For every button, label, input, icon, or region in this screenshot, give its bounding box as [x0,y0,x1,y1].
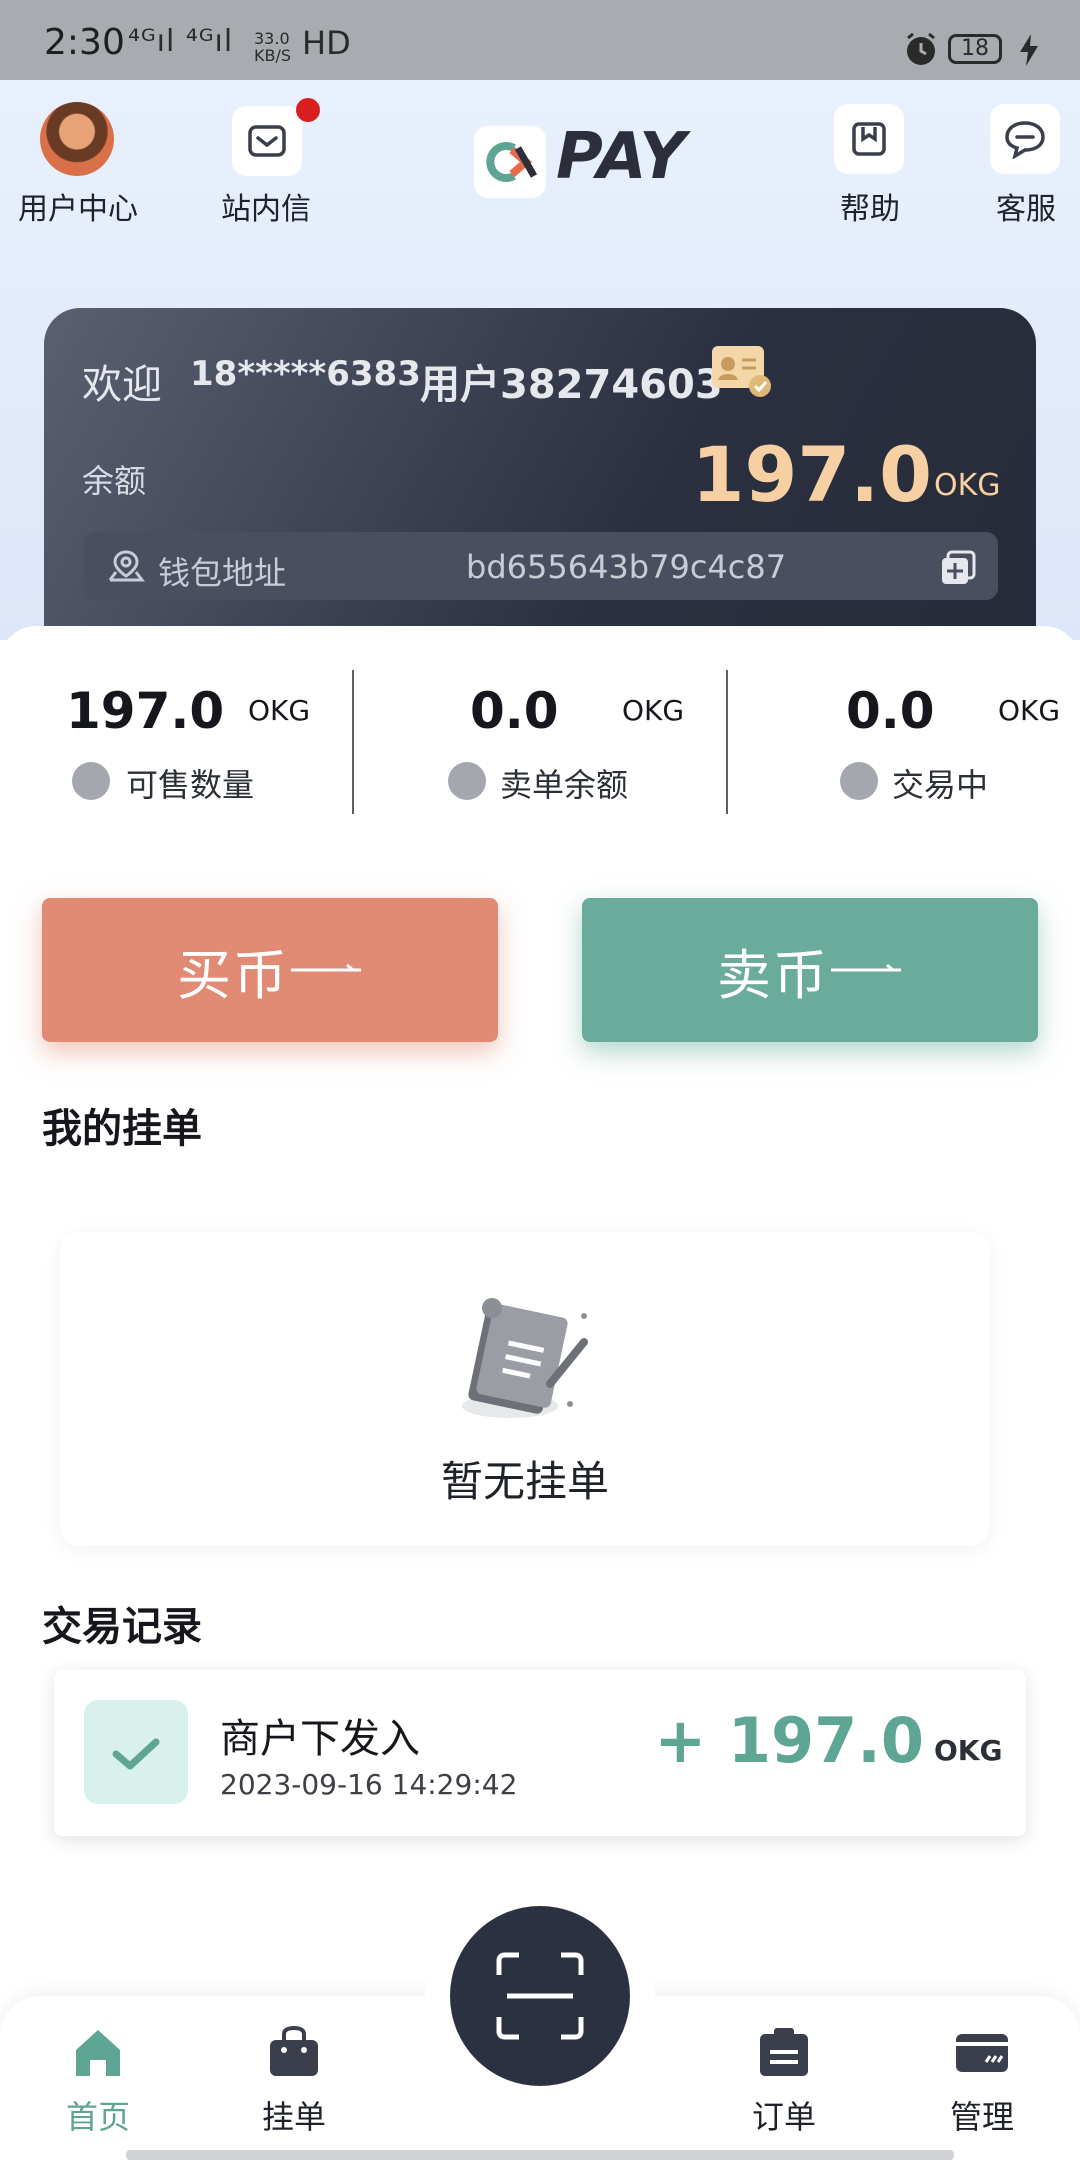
stat-label-sellable: 可售数量 [126,766,255,804]
empty-document-icon [462,1298,588,1418]
check-icon [112,1738,160,1770]
service-label[interactable]: 客服 [946,184,1080,228]
buy-label: 买币 [177,943,289,1007]
clipboard-icon [760,2028,808,2076]
user-center-label[interactable]: 用户中心 [0,184,158,228]
scan-button[interactable] [450,1906,630,2086]
balance-unit: OKG [934,468,1001,503]
avatar[interactable] [40,102,114,176]
record-status [84,1700,188,1804]
record-time: 2023-09-16 14:29:42 [220,1768,518,1801]
stat-unit-sell-balance: OKG [622,694,685,727]
phone-number: 18*****6383 [190,354,421,394]
id-card-icon[interactable] [710,344,772,400]
nav-orders-label[interactable]: 订单 [714,2092,854,2138]
battery-icon: 18 [948,34,1002,64]
network-speed: 33.0 KB/S [254,30,291,64]
document-icon [448,762,486,800]
help-label[interactable]: 帮助 [790,184,950,228]
nav-manage-label[interactable]: 管理 [912,2092,1052,2138]
stat-value-sell-balance: 0.0 [470,682,559,740]
location-icon [108,550,145,582]
records-title: 交易记录 [42,1604,202,1650]
speed-value: 33.0 [254,29,290,48]
nav-listing-label[interactable]: 挂单 [224,2092,364,2138]
divider [352,670,354,814]
service-button[interactable] [990,104,1060,174]
nav-manage[interactable] [954,2024,1010,2080]
copy-icon[interactable] [940,550,976,586]
stat-label-sell-balance: 卖单余额 [500,766,629,804]
record-amount: + 197.0 [654,1704,924,1777]
home-icon [76,2030,120,2076]
charging-icon [1020,34,1038,66]
stat-unit-sellable: OKG [248,694,311,727]
balance-label: 余额 [82,462,147,500]
speed-unit: KB/S [254,46,292,65]
record-title: 商户下发入 [220,1716,420,1762]
nav-home[interactable] [70,2024,126,2080]
ok-logo-icon [486,142,538,182]
welcome-text: 欢迎 [82,362,162,408]
inbox-button[interactable] [232,106,302,176]
empty-orders-text: 暂无挂单 [440,1457,609,1506]
bag-icon [270,2025,318,2076]
arrow-right-icon [291,963,361,972]
wallet-address: bd655643b79c4c87 [466,548,787,586]
logo-text: PAY [556,120,686,194]
record-unit: OKG [934,1734,1003,1767]
sellable-icon [72,762,110,800]
chat-icon [1005,121,1045,159]
divider [726,670,728,814]
logo-mark [474,126,546,198]
sell-label: 卖币 [717,943,829,1007]
stat-unit-trading: OKG [998,694,1061,727]
buy-button[interactable]: 买币 [42,898,498,1042]
nav-listing[interactable] [266,2024,322,2080]
home-indicator [126,2150,954,2160]
help-button[interactable] [834,104,904,174]
wallet-label: 钱包地址 [158,554,287,592]
sell-button[interactable]: 卖币 [582,898,1038,1042]
arrow-right-icon [831,963,901,972]
mail-icon [248,125,286,157]
user-name: 用户38274603 [420,362,723,408]
notification-dot [296,98,320,122]
nav-orders[interactable] [756,2024,812,2080]
signal-icon: ⁴ᴳıl ⁴ᴳıl [128,24,234,59]
book-icon [852,122,886,156]
inbox-label[interactable]: 站内信 [186,184,346,228]
stat-value-sellable: 197.0 [66,682,225,740]
my-orders-title: 我的挂单 [42,1106,202,1152]
alarm-icon [907,32,935,65]
scan-icon [496,1952,584,2040]
status-time: 2:30 [44,22,125,63]
trading-icon [840,762,878,800]
balance-value: 197.0 [691,430,932,519]
nav-home-label[interactable]: 首页 [28,2092,168,2138]
stat-label-trading: 交易中 [892,766,989,804]
hd-indicator: HD [302,24,351,62]
card-icon [956,2034,1008,2072]
stat-value-trading: 0.0 [846,682,935,740]
